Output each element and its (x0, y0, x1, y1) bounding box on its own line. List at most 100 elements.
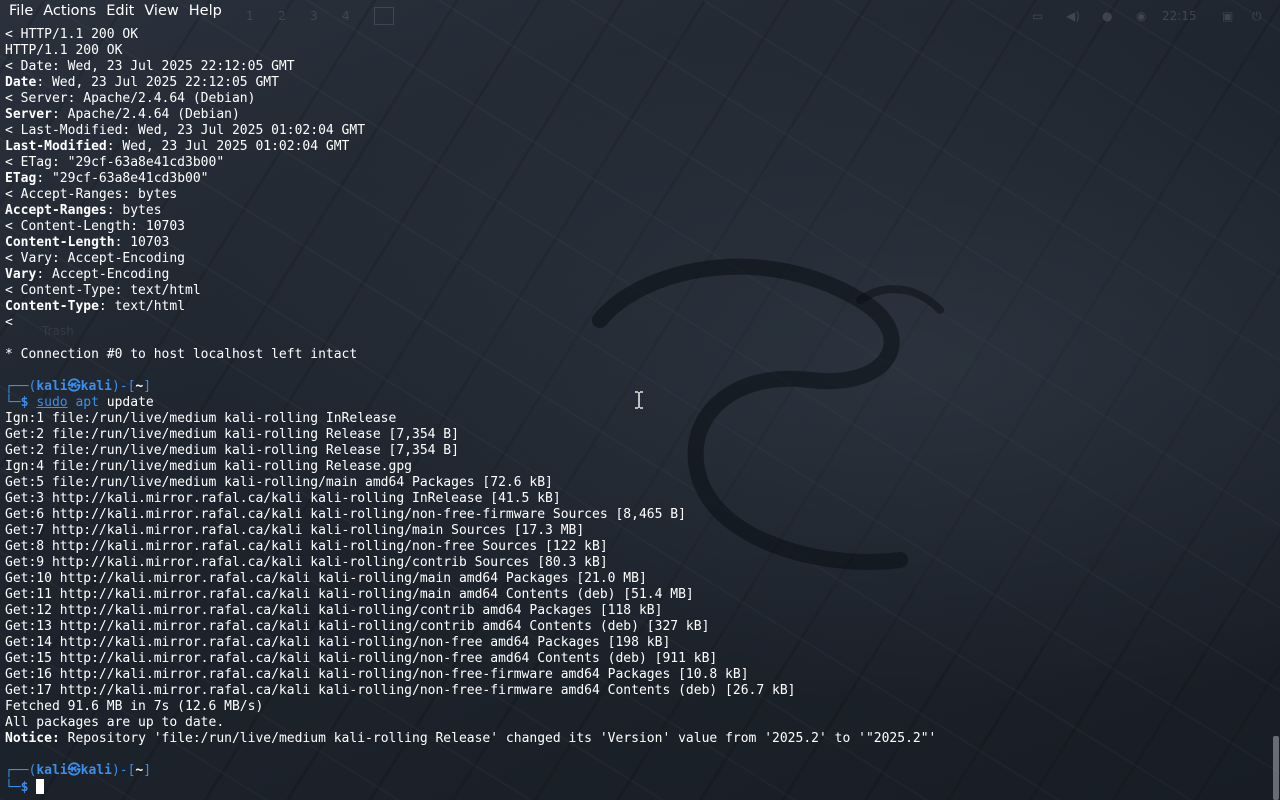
terminal-text: : bytes (106, 203, 162, 218)
terminal-text: : Accept-Encoding (36, 267, 170, 282)
terminal-line: < ETag: "29cf-63a8e41cd3b00" (5, 155, 1270, 171)
terminal-text: < Server: Apache/2.4.64 (Debian) (5, 91, 256, 106)
terminal-line: Accept-Ranges: bytes (5, 203, 1270, 219)
terminal-line: Get:10 http://kali.mirror.rafal.ca/kali … (5, 571, 1270, 587)
terminal-text: )-[ (111, 763, 136, 778)
terminal-text: $ (20, 780, 37, 795)
notification-bell-icon[interactable]: ● (1102, 9, 1112, 23)
terminal-line: Get:13 http://kali.mirror.rafal.ca/kali … (5, 619, 1270, 635)
terminal-text: < Accept-Ranges: bytes (5, 187, 178, 202)
terminal-line: < Content-Type: text/html (5, 283, 1270, 299)
terminal-text: Get:13 http://kali.mirror.rafal.ca/kali … (5, 619, 710, 634)
terminal-line: Get:2 file:/run/live/medium kali-rolling… (5, 427, 1270, 443)
terminal-text: : 10703 (114, 235, 170, 250)
terminal-text: └─ (5, 780, 21, 795)
terminal-text: : Wed, 23 Jul 2025 01:02:04 GMT (106, 139, 350, 154)
terminal-line: Content-Length: 10703 (5, 235, 1270, 251)
display-icon[interactable]: ▭ (1032, 9, 1043, 23)
terminal-line: Get:11 http://kali.mirror.rafal.ca/kali … (5, 587, 1270, 603)
terminal-line: Get:14 http://kali.mirror.rafal.ca/kali … (5, 635, 1270, 651)
workspace-2[interactable]: 2 (278, 9, 286, 23)
terminal-text: : Wed, 23 Jul 2025 22:12:05 GMT (36, 75, 279, 90)
terminal-text: Get:8 http://kali.mirror.rafal.ca/kali k… (5, 539, 608, 554)
logout-icon[interactable]: ⏻ (1252, 9, 1262, 24)
terminal-text: < Content-Type: text/html (5, 283, 201, 298)
menu-actions[interactable]: Actions (38, 3, 101, 19)
terminal-text: < ETag: "29cf-63a8e41cd3b00" (5, 155, 225, 170)
terminal-line: └─$ (5, 779, 1270, 795)
terminal-text: Get:9 http://kali.mirror.rafal.ca/kali k… (5, 555, 608, 570)
terminal-text: Get:2 file:/run/live/medium kali-rolling… (5, 427, 459, 442)
terminal-line: ┌──(kali㉿kali)-[~] (5, 763, 1270, 779)
volume-icon[interactable]: ◀) (1066, 9, 1080, 23)
terminal-text: : Apache/2.4.64 (Debian) (51, 107, 240, 122)
terminal-line: < Last-Modified: Wed, 23 Jul 2025 01:02:… (5, 123, 1270, 139)
terminal-text: Date (5, 75, 37, 90)
terminal-text: * Connection #0 to host localhost left i… (5, 347, 358, 362)
terminal-line: Get:7 http://kali.mirror.rafal.ca/kali k… (5, 523, 1270, 539)
terminal-text: < Vary: Accept-Encoding (5, 251, 186, 266)
terminal-line: Content-Type: text/html (5, 299, 1270, 315)
terminal-line: < Server: Apache/2.4.64 (Debian) (5, 91, 1270, 107)
terminal-taskbar-icon[interactable] (374, 7, 394, 25)
terminal-text: Get:14 http://kali.mirror.rafal.ca/kali … (5, 635, 671, 650)
terminal-text: Last-Modified (5, 139, 107, 154)
terminal-line: Get:16 http://kali.mirror.rafal.ca/kali … (5, 667, 1270, 683)
terminal-text: Get:15 http://kali.mirror.rafal.ca/kali … (5, 651, 718, 666)
terminal-line: * Connection #0 to host localhost left i… (5, 347, 1270, 363)
terminal-text: Vary (5, 267, 37, 282)
terminal-text: ] (143, 379, 152, 394)
terminal-scrollbar[interactable] (1273, 736, 1279, 800)
terminal-line: Get:12 http://kali.mirror.rafal.ca/kali … (5, 603, 1270, 619)
terminal-text: Get:11 http://kali.mirror.rafal.ca/kali … (5, 587, 694, 602)
lock-icon[interactable]: ▣ (1222, 9, 1233, 23)
terminal-line: ETag: "29cf-63a8e41cd3b00" (5, 171, 1270, 187)
terminal-line: HTTP/1.1 200 OK (5, 43, 1270, 59)
terminal-text: All packages are up to date. (5, 715, 225, 730)
power-icon[interactable]: ◉ (1136, 9, 1146, 23)
terminal-text: Get:16 http://kali.mirror.rafal.ca/kali … (5, 667, 749, 682)
terminal-line: Get:9 http://kali.mirror.rafal.ca/kali k… (5, 555, 1270, 571)
terminal-text: Content-Length (5, 235, 115, 250)
terminal-line: < (5, 315, 1270, 331)
terminal-text: Get:17 http://kali.mirror.rafal.ca/kali … (5, 683, 796, 698)
terminal-line: Ign:1 file:/run/live/medium kali-rolling… (5, 411, 1270, 427)
terminal-text: : "29cf-63a8e41cd3b00" (36, 171, 209, 186)
terminal-text: Get:7 http://kali.mirror.rafal.ca/kali k… (5, 523, 585, 538)
terminal-line: < Content-Length: 10703 (5, 219, 1270, 235)
terminal-text: Server (5, 107, 52, 122)
terminal-text: └─ (5, 395, 21, 410)
terminal-line: < Accept-Ranges: bytes (5, 187, 1270, 203)
menu-edit[interactable]: Edit (101, 3, 139, 19)
terminal-text: < Content-Length: 10703 (5, 219, 186, 234)
menu-help[interactable]: Help (184, 3, 227, 19)
panel-clock[interactable]: 22:15 (1162, 9, 1197, 23)
terminal-text: $ (20, 395, 37, 410)
terminal-text: apt (75, 395, 99, 410)
terminal-line: Get:6 http://kali.mirror.rafal.ca/kali k… (5, 507, 1270, 523)
terminal-output[interactable]: < HTTP/1.1 200 OK HTTP/1.1 200 OK < Date: … (5, 27, 1270, 795)
terminal-text: Get:12 http://kali.mirror.rafal.ca/kali … (5, 603, 663, 618)
menu-file[interactable]: File (0, 3, 38, 19)
terminal-text: ] (143, 763, 152, 778)
terminal-line: Get:15 http://kali.mirror.rafal.ca/kali … (5, 651, 1270, 667)
terminal-text: : text/html (98, 299, 186, 314)
terminal-text: )-[ (111, 379, 136, 394)
menu-view[interactable]: View (139, 3, 183, 19)
terminal-line: Get:3 http://kali.mirror.rafal.ca/kali k… (5, 491, 1270, 507)
workspace-4[interactable]: 4 (342, 9, 350, 23)
terminal-line: All packages are up to date. (5, 715, 1270, 731)
terminal-line: Date: Wed, 23 Jul 2025 22:12:05 GMT (5, 75, 1270, 91)
terminal-text: Repository 'file:/run/live/medium kali-r… (59, 731, 937, 746)
terminal-text: Get:10 http://kali.mirror.rafal.ca/kali … (5, 571, 647, 586)
terminal-menubar: File Actions Edit View Help (0, 0, 260, 22)
terminal-text: Get:3 http://kali.mirror.rafal.ca/kali k… (5, 491, 561, 506)
workspace-3[interactable]: 3 (310, 9, 318, 23)
terminal-line: < Date: Wed, 23 Jul 2025 22:12:05 GMT (5, 59, 1270, 75)
terminal-text: Content-Type (5, 299, 99, 314)
terminal-text: Ign:1 file:/run/live/medium kali-rolling… (5, 411, 397, 426)
terminal-line: Get:8 http://kali.mirror.rafal.ca/kali k… (5, 539, 1270, 555)
